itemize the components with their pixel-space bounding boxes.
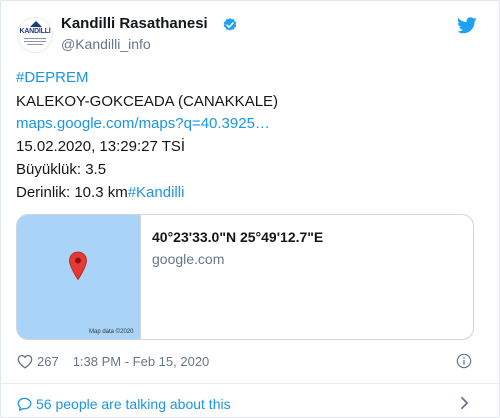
avatar-logo-text: KANDİLLİ (19, 28, 51, 35)
tweet-timestamp[interactable]: 1:38 PM - Feb 15, 2020 (73, 354, 210, 369)
maps-link[interactable]: maps.google.com/maps?q=40.3925… (16, 114, 270, 134)
link-card-domain: google.com (152, 251, 225, 267)
map-thumbnail: Map data ©2020 (17, 215, 141, 339)
twitter-bird-icon[interactable] (457, 17, 477, 34)
tweet-embed: KANDİLLİ Kandilli Rasathanesi @Kandilli_… (0, 0, 500, 418)
avatar-logo-line (24, 38, 46, 39)
avatar[interactable]: KANDİLLİ (17, 17, 53, 53)
map-credit: Map data ©2020 (89, 329, 134, 335)
observatory-roof-icon (30, 21, 42, 27)
conversation-link[interactable]: 56 people are talking about this (17, 395, 231, 413)
tweet-depth: Derinlik: 10.3 km (16, 184, 128, 201)
link-card-title: 40°23'33.0"N 25°49'12.7"E (152, 229, 324, 245)
hashtag-kandilli[interactable]: #Kandilli (128, 184, 185, 201)
heart-icon[interactable] (17, 354, 33, 369)
avatar-logo-line (27, 44, 43, 45)
display-name[interactable]: Kandilli Rasathanesi (61, 15, 208, 32)
avatar-logo-line (24, 41, 46, 42)
tweet-depth-line: Derinlik: 10.3 km#Kandilli (16, 183, 184, 203)
chevron-right-icon[interactable] (460, 396, 469, 410)
talking-count-label[interactable]: 56 people are talking about this (36, 396, 231, 412)
tweet-magnitude: Büyüklük: 3.5 (16, 161, 107, 178)
verified-badge-icon (223, 18, 237, 31)
like-count[interactable]: 267 (37, 354, 59, 369)
map-pin-icon (69, 251, 87, 281)
hashtag-deprem[interactable]: #DEPREM (16, 68, 89, 88)
account-handle[interactable]: @Kandilli_info (61, 36, 151, 52)
divider (1, 383, 499, 384)
link-preview-card[interactable]: Map data ©2020 40°23'33.0"N 25°49'12.7"E… (16, 214, 474, 340)
tweet-location: KALEKOY-GOKCEADA (CANAKKALE) (16, 93, 279, 110)
comment-bubble-icon (17, 397, 32, 411)
tweet-datetime: 15.02.2020, 13:29:27 TSİ (16, 138, 186, 155)
info-icon[interactable] (456, 353, 472, 369)
tweet-meta: 267 1:38 PM - Feb 15, 2020 (17, 351, 209, 371)
